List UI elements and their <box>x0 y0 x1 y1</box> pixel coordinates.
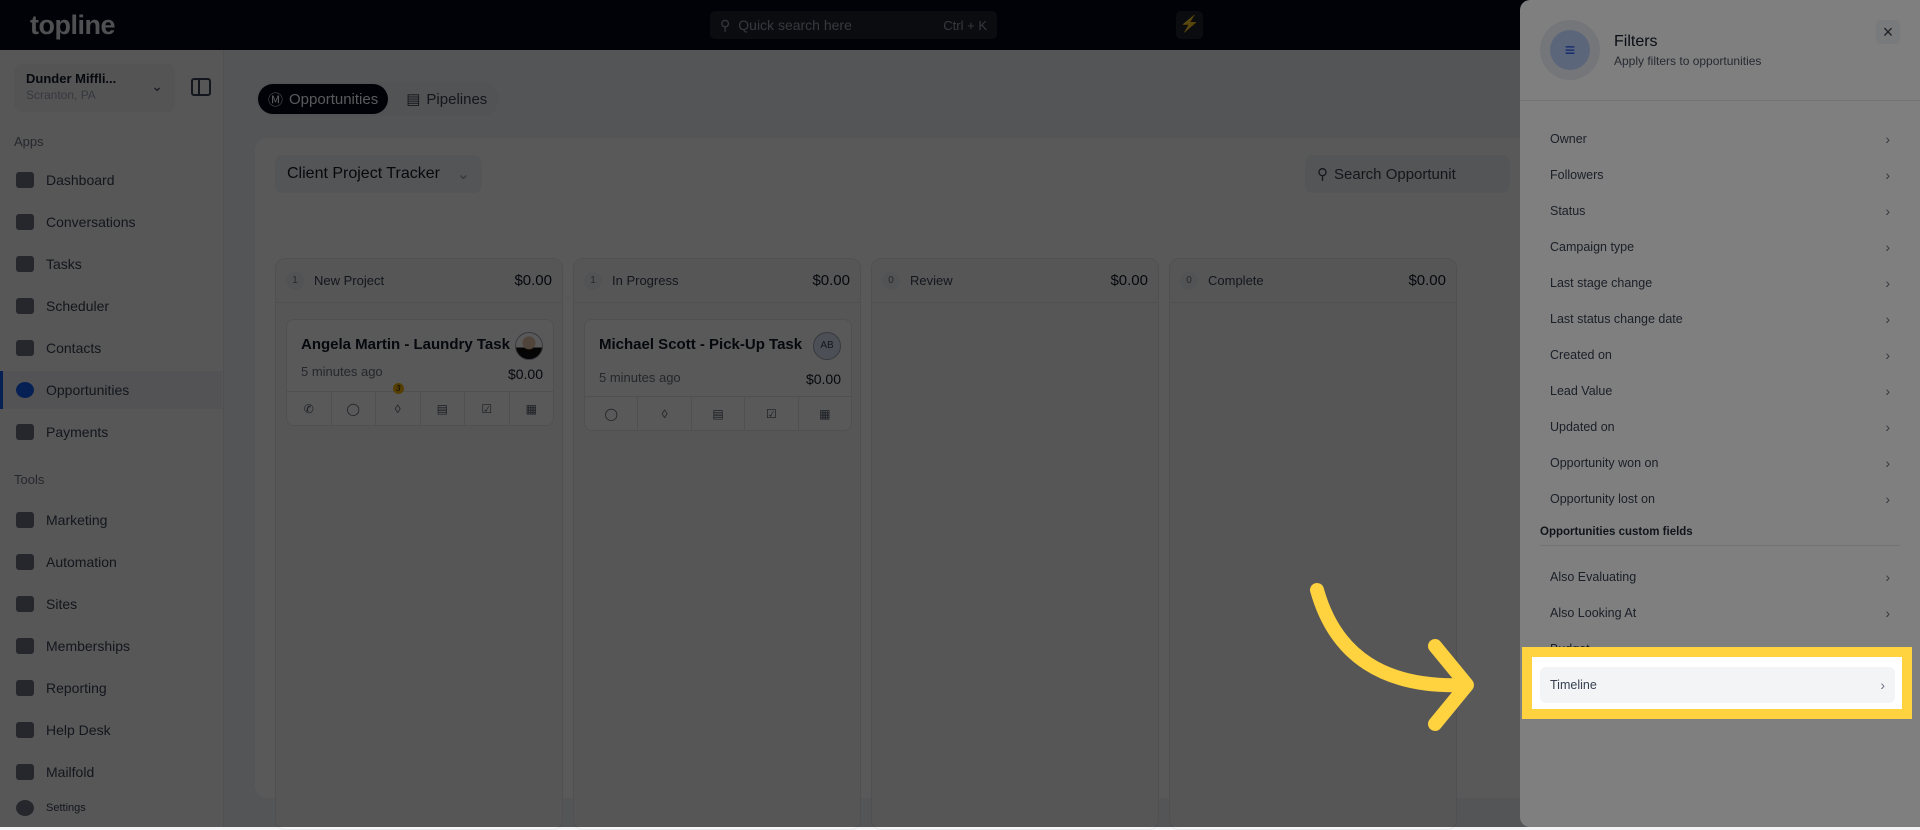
pointer-arrow <box>1310 583 1474 731</box>
arrow-shaft <box>1310 583 1472 693</box>
